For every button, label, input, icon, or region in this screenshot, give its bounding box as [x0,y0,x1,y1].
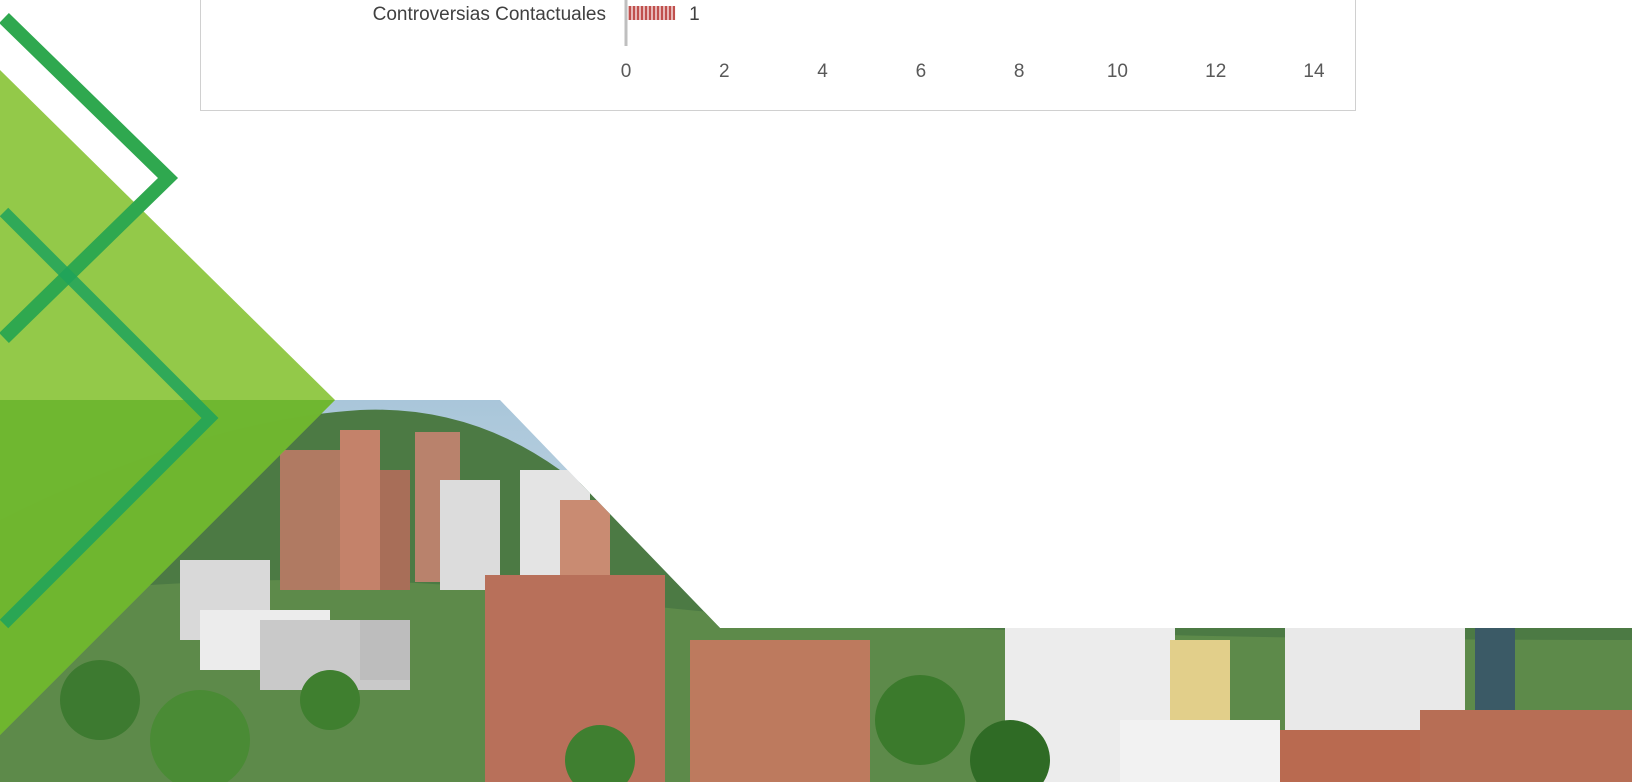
x-tick-label: 10 [1107,61,1128,82]
x-tick-label: 0 [621,61,632,82]
cover-decoration [0,12,1632,782]
x-tick-label: 2 [719,61,730,82]
chart-frame: Controversias Contactuales 1 0 2 4 6 8 10 12 14 [200,0,1356,111]
data-label: 1 [689,4,700,25]
x-tick-label: 4 [817,61,828,82]
category-label: Controversias Contactuales [373,4,606,25]
bar [628,6,676,20]
x-tick-label: 14 [1303,61,1325,82]
x-tick-label: 12 [1205,61,1226,82]
bar-chart: Controversias Contactuales 10 2 4 6 8 10 12 14 [373,0,1325,82]
x-tick-label: 6 [916,61,927,82]
x-tick-label: 8 [1014,61,1025,82]
page: Controversias Contactuales 1 0 2 4 6 8 10 12 14 [0,0,1632,782]
